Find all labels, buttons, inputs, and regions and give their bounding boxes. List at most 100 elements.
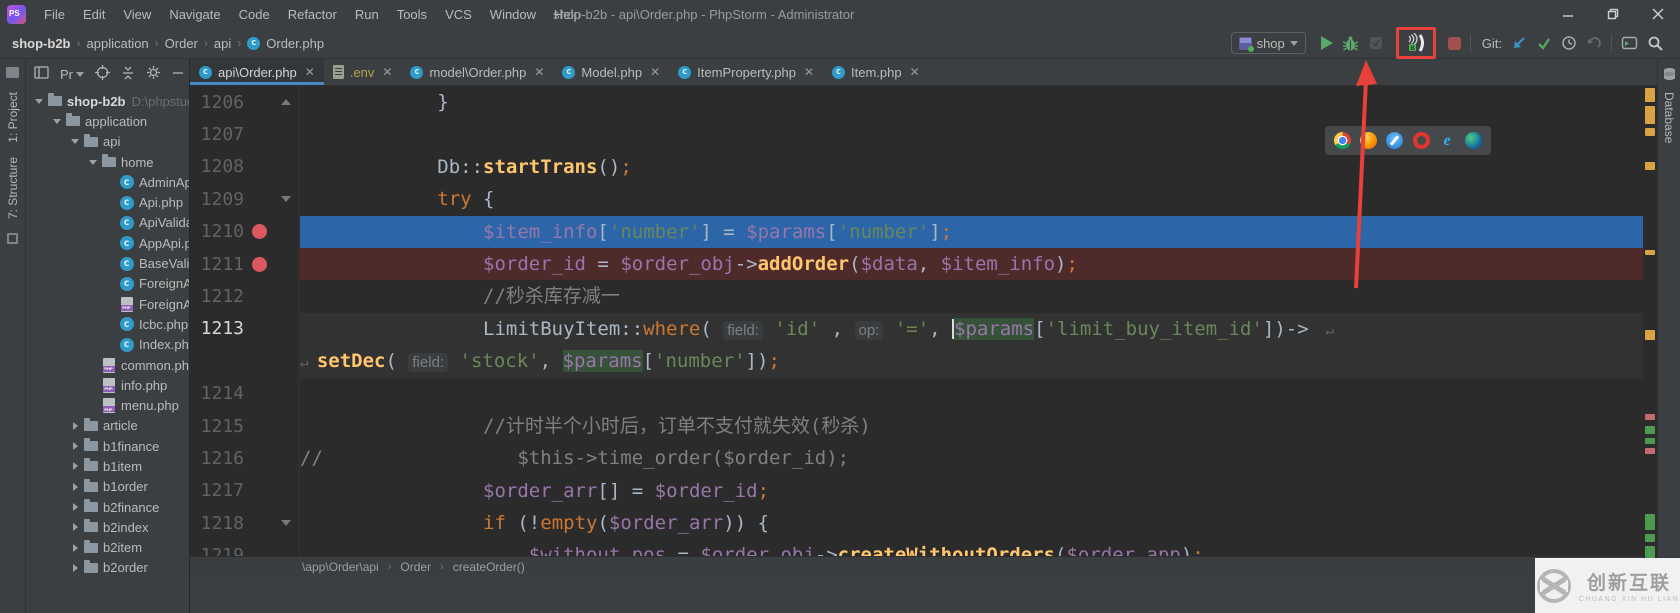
editor-tab[interactable]: c api\Order.php ✕ [190, 59, 324, 85]
terminal-icon[interactable] [1621, 35, 1638, 51]
settings-gear-icon[interactable] [146, 65, 161, 83]
error-stripe-mark[interactable] [1645, 534, 1655, 542]
search-icon[interactable] [1647, 35, 1664, 52]
menu-run[interactable]: Run [346, 0, 388, 28]
restore-button[interactable] [1590, 0, 1635, 28]
tree-item-menu-php[interactable]: menu.php [26, 395, 189, 415]
breadcrumb-item[interactable]: Order [165, 36, 198, 51]
tree-expand-arrow[interactable] [68, 139, 82, 145]
close-icon[interactable]: ✕ [382, 65, 392, 79]
code-editor[interactable]: 1206 } 1207 1208 Db::startTrans(); 1209 try… [190, 86, 1657, 556]
tree-expand-arrow[interactable] [68, 462, 82, 471]
project-view-selector[interactable]: Pr [60, 67, 84, 82]
editor-tab[interactable]: c model\Order.php ✕ [401, 59, 553, 85]
close-icon[interactable]: ✕ [910, 65, 920, 79]
tree-item-info-php[interactable]: info.php [26, 375, 189, 395]
tree-item-api[interactable]: api [26, 132, 189, 152]
debug-button[interactable] [1342, 35, 1359, 52]
editor-breadcrumb-item[interactable]: createOrder() [453, 560, 525, 574]
run-button[interactable] [1320, 36, 1333, 50]
tree-expand-arrow[interactable] [32, 98, 46, 104]
error-stripe-mark[interactable] [1645, 546, 1655, 552]
code-line[interactable]: 1217 $order_arr[] = $order_id; [190, 474, 1657, 508]
tree-item-api-php[interactable]: c Api.php [26, 192, 189, 212]
error-stripe-mark[interactable] [1645, 426, 1655, 434]
close-icon[interactable]: ✕ [305, 65, 315, 79]
tree-expand-arrow[interactable] [68, 543, 82, 552]
hide-panel-icon[interactable] [172, 67, 184, 82]
breakpoint[interactable] [244, 224, 274, 240]
error-stripe-mark[interactable] [1645, 414, 1655, 420]
tree-item-shop-b2b[interactable]: shop-b2b D:\phpstudy [26, 91, 189, 111]
error-stripe-mark[interactable] [1645, 438, 1655, 444]
breadcrumb-item[interactable]: api [214, 36, 231, 51]
minimize-button[interactable] [1545, 0, 1590, 28]
code-line[interactable]: 1208 Db::startTrans(); [190, 150, 1657, 184]
tree-item-home[interactable]: home [26, 152, 189, 172]
code-line[interactable]: 1214 [190, 377, 1657, 410]
close-button[interactable] [1635, 0, 1680, 28]
tree-expand-arrow[interactable] [50, 118, 64, 124]
error-stripe-mark[interactable] [1645, 162, 1655, 170]
code-line[interactable]: 1209 try { [190, 183, 1657, 216]
menu-tools[interactable]: Tools [388, 0, 436, 28]
database-icon[interactable] [1662, 67, 1677, 85]
git-commit-button[interactable] [1536, 35, 1552, 51]
locate-file-icon[interactable] [95, 65, 110, 83]
code-line[interactable]: 1210 $item_info['number'] = $params['num… [190, 215, 1657, 248]
error-stripe-mark[interactable] [1645, 88, 1655, 102]
tree-expand-arrow[interactable] [86, 159, 100, 165]
fold-gutter[interactable] [274, 520, 298, 527]
tree-expand-arrow[interactable] [68, 523, 82, 532]
code-line[interactable]: 1219 $without_pos = $order_obj->createWi… [190, 539, 1657, 556]
close-icon[interactable]: ✕ [650, 65, 660, 79]
tree-item-appapi-ph[interactable]: c AppApi.ph [26, 233, 189, 253]
editor-tab[interactable]: .env ✕ [324, 59, 402, 85]
error-stripe-mark[interactable] [1645, 448, 1655, 454]
history-icon[interactable] [1561, 35, 1577, 51]
tree-expand-arrow[interactable] [68, 421, 82, 430]
error-stripe-mark[interactable] [1645, 128, 1655, 136]
tool-tab-structure[interactable]: 7: Structure [6, 157, 20, 219]
code-line[interactable]: 1212 //秒杀库存减一 [190, 280, 1657, 313]
rollback-icon[interactable] [1586, 35, 1602, 51]
tree-item-apivalidat[interactable]: c ApiValidat [26, 213, 189, 233]
error-stripe-mark[interactable] [1645, 330, 1655, 340]
opera-icon[interactable] [1412, 132, 1430, 149]
tree-item-b1item[interactable]: b1item [26, 456, 189, 476]
commit-tool-icon[interactable] [7, 232, 18, 244]
git-update-button[interactable] [1511, 35, 1527, 51]
editor-tab[interactable]: c Model.php ✕ [553, 59, 669, 85]
tree-item-icbc-php[interactable]: c Icbc.php [26, 314, 189, 334]
coverage-icon[interactable] [1368, 35, 1384, 51]
close-icon[interactable]: ✕ [804, 65, 814, 79]
tree-expand-arrow[interactable] [68, 563, 82, 572]
firefox-icon[interactable] [1360, 132, 1378, 149]
tree-item-foreignap[interactable]: c ForeignAp [26, 274, 189, 294]
tree-item-common-php[interactable]: common.php [26, 355, 189, 375]
breadcrumb-item[interactable]: shop-b2b [12, 36, 71, 51]
menu-navigate[interactable]: Navigate [160, 0, 229, 28]
collapse-all-icon[interactable] [121, 66, 135, 83]
chrome-icon[interactable] [1334, 132, 1352, 149]
tree-item-adminapi[interactable]: c AdminApi [26, 172, 189, 192]
tool-tab-database[interactable]: Database [1662, 92, 1676, 143]
tree-item-basevalida[interactable]: c BaseValida [26, 253, 189, 273]
tree-item-b2index[interactable]: b2index [26, 517, 189, 537]
menu-view[interactable]: View [114, 0, 160, 28]
error-stripe-mark[interactable] [1645, 250, 1655, 255]
code-line[interactable]: 1218 if (!empty($order_arr)) { [190, 507, 1657, 540]
tree-item-article[interactable]: article [26, 416, 189, 436]
editor-tab[interactable]: c ItemProperty.php ✕ [669, 59, 823, 85]
tree-expand-arrow[interactable] [68, 442, 82, 451]
close-icon[interactable]: ✕ [534, 65, 544, 79]
tree-item-index-php[interactable]: c Index.php [26, 335, 189, 355]
breadcrumb-item[interactable]: application [87, 36, 149, 51]
ie-icon[interactable]: e [1439, 132, 1456, 149]
tree-item-b1order[interactable]: b1order [26, 477, 189, 497]
breadcrumb-item[interactable]: Order.php [266, 36, 324, 51]
tree-expand-arrow[interactable] [68, 482, 82, 491]
fold-gutter[interactable] [274, 99, 298, 106]
breakpoint[interactable] [244, 256, 274, 272]
stop-button[interactable] [1447, 36, 1461, 50]
